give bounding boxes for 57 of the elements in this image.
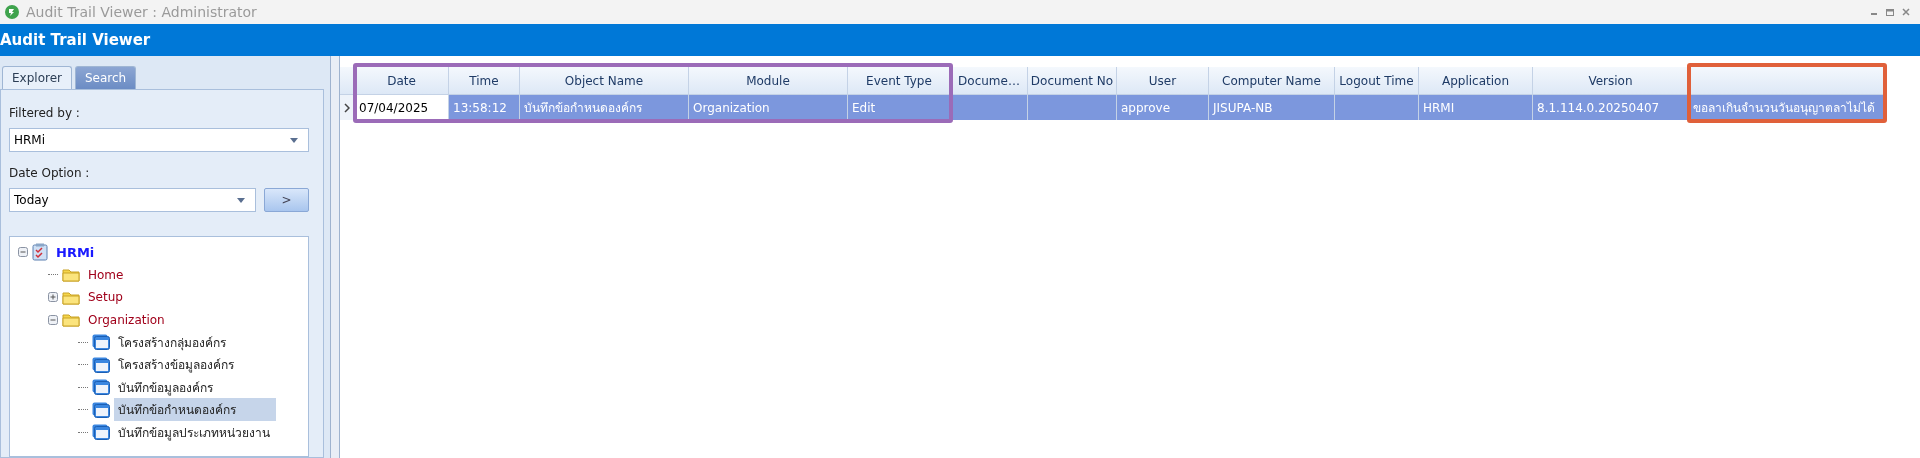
- splitter-bar[interactable]: [330, 56, 340, 458]
- column-header[interactable]: Event Type: [848, 67, 951, 95]
- table-cell: Organization: [689, 95, 848, 120]
- tree-item[interactable]: Setup: [84, 288, 127, 307]
- tree-item[interactable]: บันทึกข้อกำหนดองค์กร: [114, 398, 276, 422]
- column-header[interactable]: User: [1117, 67, 1209, 95]
- tree-item[interactable]: บันทึกข้อมูลองค์กร: [114, 375, 217, 399]
- table-cell: approve: [1117, 95, 1209, 120]
- tree-item[interactable]: HRMi: [52, 242, 99, 262]
- window-icon: [92, 379, 110, 396]
- folder-icon: [62, 312, 80, 328]
- checklist-icon: [32, 243, 48, 262]
- window-icon: [92, 334, 110, 351]
- column-header[interactable]: Time: [449, 67, 520, 95]
- window-icon: [92, 356, 110, 373]
- tree-item[interactable]: Organization: [84, 310, 169, 329]
- tree-item[interactable]: โครงสร้างข้อมูลองค์กร: [114, 353, 238, 377]
- window-title: Audit Trail Viewer : Administrator: [26, 4, 257, 20]
- table-cell: 13:58:12: [449, 95, 520, 120]
- window-icon: [92, 401, 110, 418]
- table-cell: ขอลาเกินจำนวนวันอนุญาตลาไม่ได้: [1689, 95, 1885, 120]
- date-option-label: Date Option :: [9, 166, 90, 180]
- table-cell: HRMI: [1419, 95, 1533, 120]
- column-header[interactable]: [1689, 67, 1885, 95]
- header-title: Audit Trail Viewer: [0, 31, 151, 49]
- table-cell: Edit: [848, 95, 951, 120]
- table-cell: 8.1.114.0.20250407: [1533, 95, 1689, 120]
- app-logo-icon: [4, 4, 20, 20]
- column-header[interactable]: Logout Time: [1335, 67, 1419, 95]
- tree-item[interactable]: Home: [84, 265, 128, 284]
- folder-icon: [62, 267, 80, 283]
- column-header[interactable]: Document No: [1028, 67, 1117, 95]
- date-option-dropdown[interactable]: Today: [9, 188, 256, 212]
- column-header[interactable]: Object Name: [520, 67, 689, 95]
- folder-icon: [62, 289, 80, 305]
- expand-icon[interactable]: [48, 292, 58, 303]
- sidebar-tab[interactable]: Explorer: [2, 66, 72, 89]
- tree-item[interactable]: บันทึกข้อมูลประเภทหน่วยงาน: [114, 420, 274, 444]
- window-icon: [92, 424, 110, 441]
- close-icon[interactable]: [1902, 8, 1910, 16]
- table-cell: บันทึกข้อกำหนดองค์กร: [520, 95, 689, 120]
- column-header[interactable]: Computer Name: [1209, 67, 1335, 95]
- column-header[interactable]: Version: [1533, 67, 1689, 95]
- filter-dropdown[interactable]: HRMi: [9, 128, 309, 152]
- tree-item[interactable]: โครงสร้างกลุ่มองค์กร: [114, 330, 230, 354]
- column-header[interactable]: Application: [1419, 67, 1533, 95]
- column-header[interactable]: Docume…: [951, 67, 1028, 95]
- column-header[interactable]: Module: [689, 67, 848, 95]
- collapse-icon[interactable]: [18, 247, 28, 258]
- collapse-icon[interactable]: [48, 314, 58, 325]
- go-button[interactable]: >: [264, 188, 309, 212]
- restore-icon[interactable]: [1886, 8, 1894, 16]
- dropdown-caret-icon: [237, 197, 245, 203]
- dropdown-caret-icon: [290, 137, 298, 143]
- table-cell: JISUPA-NB: [1209, 95, 1335, 120]
- column-header[interactable]: Date: [355, 67, 449, 95]
- filter-label: Filtered by :: [9, 106, 80, 120]
